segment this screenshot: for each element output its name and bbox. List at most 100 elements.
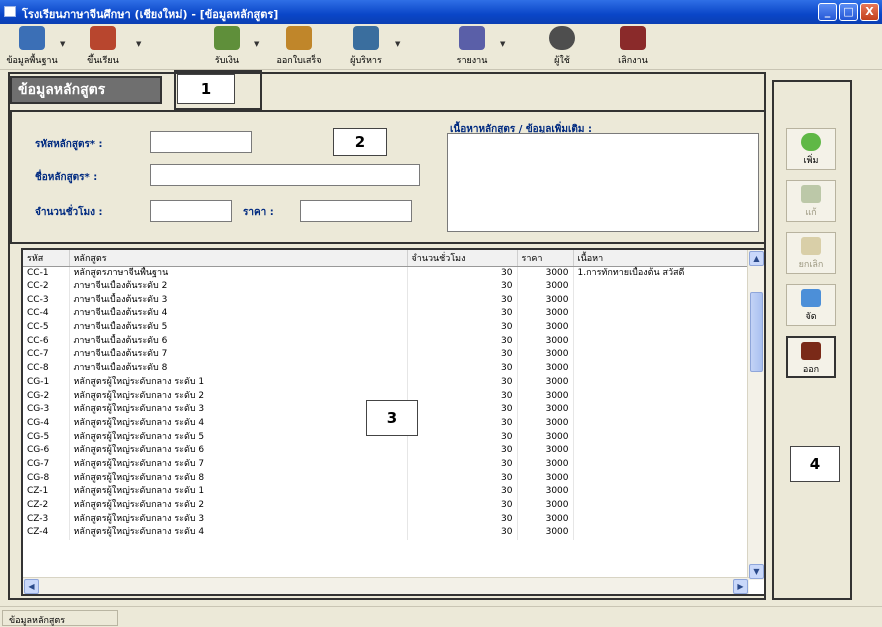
scroll-down-arrow-icon[interactable]: ▼ (749, 564, 764, 579)
cell-course: หลักสูตรผู้ใหญ่ระดับกลาง ระดับ 3 (69, 402, 408, 417)
status-text: ข้อมูลหลักสูตร (2, 610, 118, 626)
scroll-right-arrow-icon[interactable]: ▶ (733, 579, 748, 594)
app-window-icon (4, 6, 16, 17)
dropdown-arrow-icon[interactable]: ▼ (395, 40, 400, 48)
toolbar-basic-data-button[interactable]: ข้อมูลพื้นฐาน ▼ (6, 26, 65, 68)
table-row[interactable]: CZ-3 หลักสูตรผู้ใหญ่ระดับกลาง ระดับ 3 30 30… (23, 512, 750, 527)
toolbar-report-button[interactable]: รายงาน ▼ (448, 26, 505, 68)
field-group-frame (10, 110, 766, 244)
column-header-hours[interactable]: จำนวนชั่วโมง (407, 250, 518, 267)
cell-course: หลักสูตรภาษาจีนพื้นฐาน (69, 266, 408, 280)
cell-price: 3000 (517, 266, 574, 280)
cell-hours: 30 (407, 443, 518, 458)
cell-hours: 30 (407, 348, 518, 362)
table-row[interactable]: CG-6 หลักสูตรผู้ใหญ่ระดับกลาง ระดับ 6 30 30… (23, 443, 750, 458)
column-header-price[interactable]: ราคา (517, 250, 574, 267)
table-row[interactable]: CG-7 หลักสูตรผู้ใหญ่ระดับกลาง ระดับ 7 30 30… (23, 457, 750, 472)
cell-code: CG-8 (23, 471, 70, 485)
cell-hours: 30 (407, 389, 518, 403)
toolbar-admin-button[interactable]: ผู้บริหาร ▼ (340, 26, 400, 68)
table-row[interactable]: CZ-1 หลักสูตรผู้ใหญ่ระดับกลาง ระดับ 1 30 30… (23, 485, 750, 499)
cell-course: หลักสูตรผู้ใหญ่ระดับกลาง ระดับ 6 (69, 443, 408, 458)
column-header-code[interactable]: รหัส (23, 250, 70, 267)
toolbar-payment-button[interactable]: รับเงิน ▼ (202, 26, 259, 68)
cell-course: หลักสูตรผู้ใหญ่ระดับกลาง ระดับ 4 (69, 526, 408, 540)
cell-hours: 30 (407, 457, 518, 472)
cell-content (573, 389, 750, 403)
scroll-up-arrow-icon[interactable]: ▲ (749, 251, 764, 266)
table-row[interactable]: CC-6 ภาษาจีนเบื้องต้นระดับ 6 30 3000 (23, 334, 750, 349)
cell-code: CC-1 (23, 266, 70, 280)
cell-hours: 30 (407, 402, 518, 417)
cell-course: ภาษาจีนเบื้องต้นระดับ 6 (69, 334, 408, 349)
cell-code: CZ-1 (23, 485, 70, 499)
table-row[interactable]: CC-2 ภาษาจีนเบื้องต้นระดับ 2 30 3000 (23, 279, 750, 294)
cell-hours: 30 (407, 361, 518, 376)
close-button[interactable]: X (860, 3, 879, 21)
exit-button[interactable]: ออก (786, 336, 836, 378)
cell-hours: 30 (407, 320, 518, 335)
table-row[interactable]: CC-7 ภาษาจีนเบื้องต้นระดับ 7 30 3000 (23, 348, 750, 362)
cell-course: ภาษาจีนเบื้องต้นระดับ 4 (69, 307, 408, 321)
vertical-scrollbar[interactable]: ▲ ▼ (747, 250, 764, 580)
cell-hours: 30 (407, 307, 518, 321)
table-row[interactable]: CZ-2 หลักสูตรผู้ใหญ่ระดับกลาง ระดับ 2 30 30… (23, 498, 750, 513)
dropdown-arrow-icon[interactable]: ▼ (500, 40, 505, 48)
scroll-left-arrow-icon[interactable]: ◀ (24, 579, 39, 594)
cell-course: หลักสูตรผู้ใหญ่ระดับกลาง ระดับ 5 (69, 430, 408, 444)
cell-content (573, 526, 750, 540)
cell-price: 3000 (517, 457, 574, 472)
cancel-button[interactable]: ยกเลิก (786, 232, 836, 274)
toolbar-receipt-button[interactable]: ออกใบเสร็จ (266, 26, 332, 68)
column-header-course[interactable]: หลักสูตร (69, 250, 408, 267)
cell-course: ภาษาจีนเบื้องต้นระดับ 8 (69, 361, 408, 376)
cell-code: CC-4 (23, 307, 70, 321)
edit-button[interactable]: แก้ (786, 180, 836, 222)
vertical-scroll-thumb[interactable] (750, 292, 763, 372)
cell-course: หลักสูตรผู้ใหญ่ระดับกลาง ระดับ 2 (69, 389, 408, 403)
toolbar-exit-button[interactable]: เลิกงาน (610, 26, 656, 68)
dropdown-arrow-icon[interactable]: ▼ (254, 40, 259, 48)
cell-course: ภาษาจีนเบื้องต้นระดับ 5 (69, 320, 408, 335)
toolbar-enroll-button[interactable]: ขึ้นเรียน ▼ (72, 26, 141, 68)
cell-content (573, 307, 750, 321)
admin-icon (353, 26, 379, 50)
cell-content (573, 443, 750, 458)
cell-course: ภาษาจีนเบื้องต้นระดับ 7 (69, 348, 408, 362)
cell-content (573, 279, 750, 294)
status-bar: ข้อมูลหลักสูตร (0, 606, 882, 627)
cell-price: 3000 (517, 402, 574, 417)
cell-content (573, 320, 750, 335)
table-row[interactable]: CG-1 หลักสูตรผู้ใหญ่ระดับกลาง ระดับ 1 30 30… (23, 375, 750, 390)
dropdown-arrow-icon[interactable]: ▼ (136, 40, 141, 48)
cell-price: 3000 (517, 526, 574, 540)
exit-door-icon (801, 342, 821, 360)
table-row[interactable]: CC-3 ภาษาจีนเบื้องต้นระดับ 3 30 3000 (23, 293, 750, 308)
horizontal-scrollbar[interactable]: ◀ ▶ (23, 577, 749, 594)
cell-code: CG-2 (23, 389, 70, 403)
user-icon (549, 26, 575, 50)
school-icon (90, 26, 116, 50)
cell-code: CG-3 (23, 402, 70, 417)
table-row[interactable]: CC-8 ภาษาจีนเบื้องต้นระดับ 8 30 3000 (23, 361, 750, 376)
page-title: ข้อมูลหลักสูตร (10, 76, 162, 104)
table-row[interactable]: CC-1 หลักสูตรภาษาจีนพื้นฐาน 30 3000 1.การทัก… (23, 266, 750, 280)
table-row[interactable]: CG-8 หลักสูตรผู้ใหญ่ระดับกลาง ระดับ 8 30 30… (23, 471, 750, 485)
dropdown-arrow-icon[interactable]: ▼ (60, 40, 65, 48)
cell-code: CZ-2 (23, 498, 70, 513)
exit-icon (620, 26, 646, 50)
annotation-label-3: 3 (366, 400, 418, 436)
save-button[interactable]: จัด (786, 284, 836, 326)
edit-icon (801, 185, 821, 203)
column-header-content[interactable]: เนื้อหา (573, 250, 750, 267)
toolbar-user-button[interactable]: ผู้ใช้ (542, 26, 582, 68)
table-row[interactable]: CC-5 ภาษาจีนเบื้องต้นระดับ 5 30 3000 (23, 320, 750, 335)
add-button[interactable]: เพิ่ม (786, 128, 836, 170)
maximize-button[interactable]: □ (839, 3, 858, 21)
minimize-button[interactable]: _ (818, 3, 837, 21)
cell-course: หลักสูตรผู้ใหญ่ระดับกลาง ระดับ 4 (69, 416, 408, 431)
table-row[interactable]: CZ-4 หลักสูตรผู้ใหญ่ระดับกลาง ระดับ 4 30 30… (23, 526, 750, 540)
table-row[interactable]: CC-4 ภาษาจีนเบื้องต้นระดับ 4 30 3000 (23, 307, 750, 321)
cell-hours: 30 (407, 471, 518, 485)
cell-price: 3000 (517, 471, 574, 485)
